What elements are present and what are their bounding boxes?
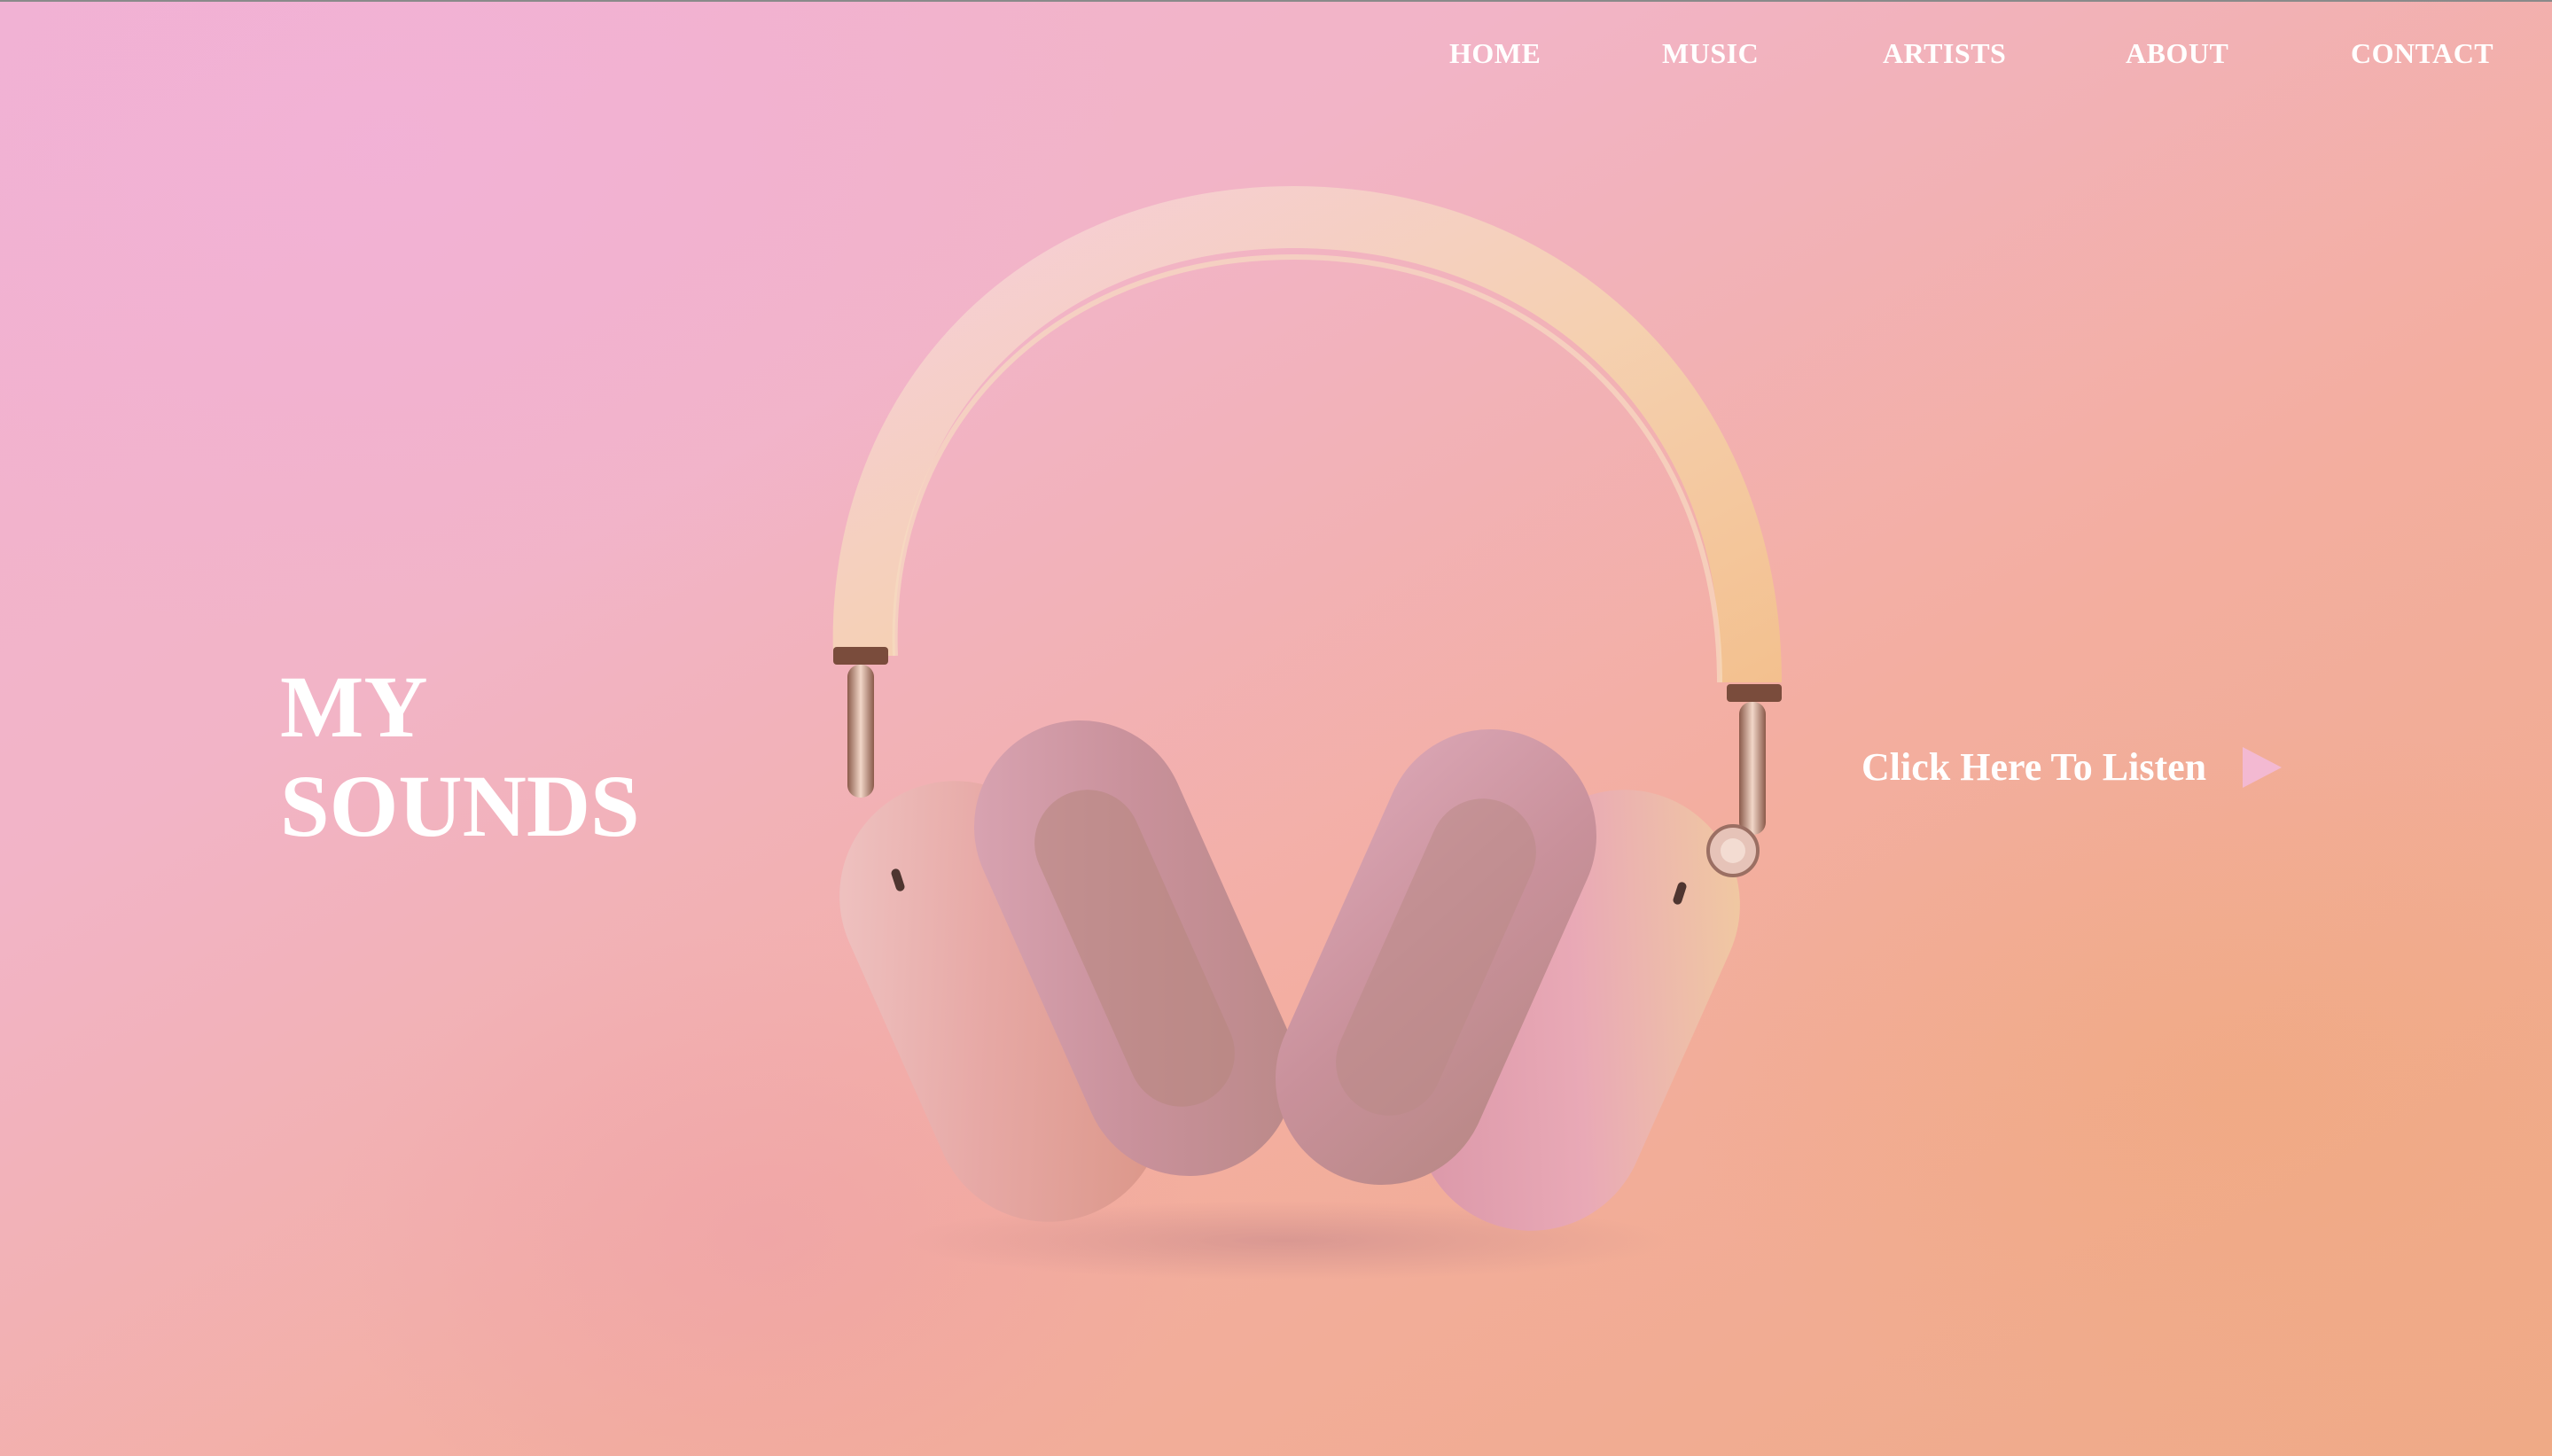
hero-title-line2: SOUNDS: [280, 757, 640, 855]
main-nav: HOME MUSIC ARTISTS ABOUT CONTACT: [0, 37, 2552, 73]
nav-about-link[interactable]: ABOUT: [2126, 37, 2228, 70]
hero-title: MY SOUNDS: [280, 658, 640, 856]
nav-music-link[interactable]: MUSIC: [1662, 37, 1759, 70]
nav-home-link[interactable]: HOME: [1449, 37, 1541, 70]
play-icon[interactable]: [2239, 745, 2283, 790]
hero-title-line1: MY: [280, 658, 428, 756]
listen-button-label: Click Here To Listen: [1861, 744, 2207, 789]
headphones-icon: [832, 186, 1783, 1281]
nav-artists-link[interactable]: ARTISTS: [1883, 37, 2006, 70]
top-border: [0, 0, 2552, 2]
nav-contact-link[interactable]: CONTACT: [2351, 37, 2493, 70]
listen-button[interactable]: Click Here To Listen: [1861, 740, 2282, 793]
